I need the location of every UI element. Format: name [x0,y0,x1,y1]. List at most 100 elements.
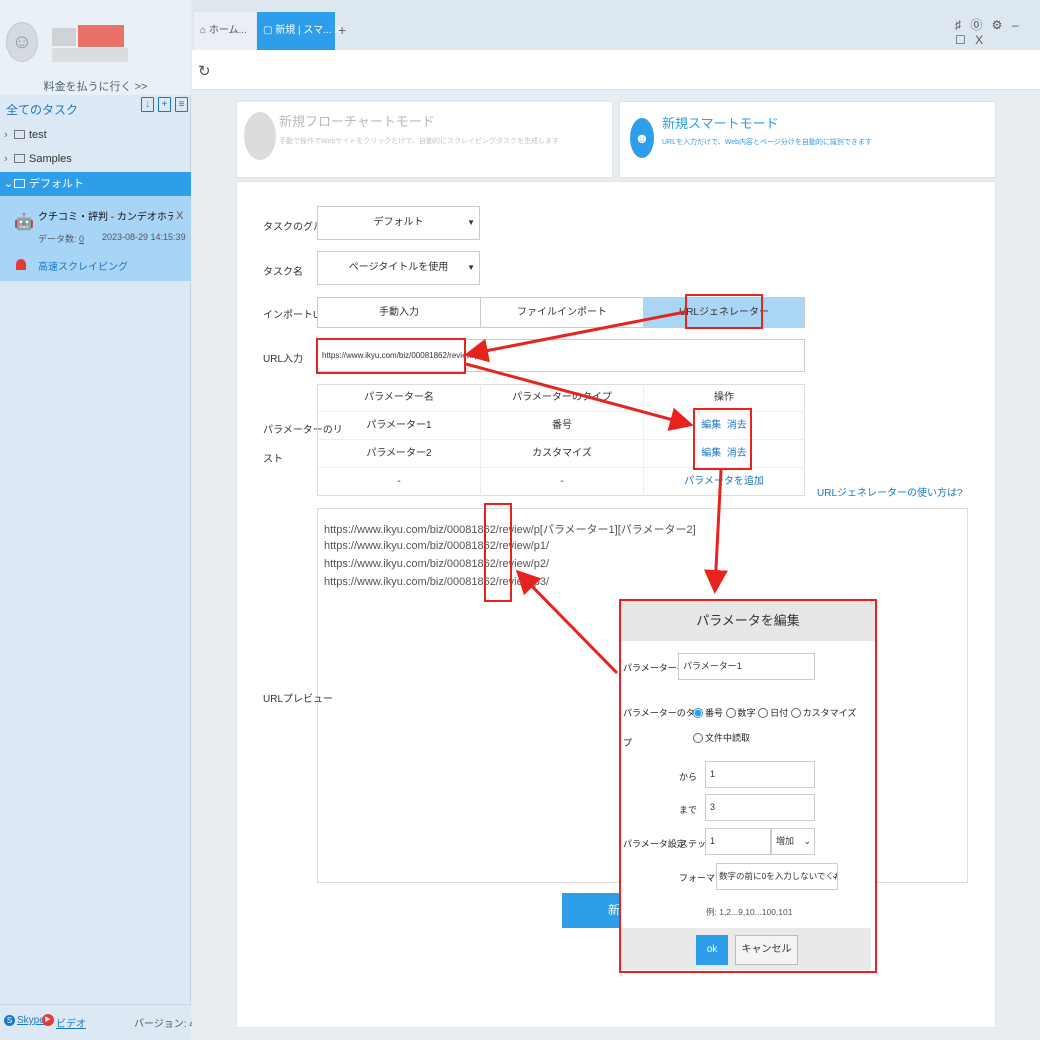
chevron-right-icon: › [4,129,8,141]
blurred-username [78,25,124,47]
smart-mode-title: 新規スマートモード [662,116,779,131]
refresh-icon[interactable]: ↻ [198,62,211,80]
url-preview-label: URLプレビュー [263,694,334,705]
flowchart-icon [244,112,276,160]
video-link[interactable]: ビデオ [56,1015,86,1030]
tree-item-label: test [29,129,47,141]
param-name-label: パラメーター名 [623,663,686,673]
add-task-icon[interactable]: + [158,97,171,112]
radio-digit[interactable]: 数字 [725,708,756,718]
robot-icon: 🤖 [14,214,34,231]
from-label: から [679,772,698,782]
tree-item-test[interactable]: › test [0,124,191,146]
radio-custom[interactable]: カスタマイズ [790,708,856,718]
tree-item-default[interactable]: ⌄ デフォルト [0,172,191,196]
tab-smart-mode[interactable]: ▢ 新規 | スマ... X [257,12,341,50]
param-type-radios: 番号 数字 日付 カスタマイズ [693,706,856,719]
step-input[interactable]: 1 [705,828,771,855]
group-value: デフォルト [373,217,424,228]
radio-date[interactable]: 日付 [758,708,788,718]
step-mode-value: 増加 [776,836,795,846]
url-generator-help-link[interactable]: URLジェネレーターの使い方は? [817,484,963,499]
radio-checked-icon [693,708,703,718]
tab-smart-label: 新規 | スマ... [275,25,332,36]
pay-link[interactable]: 料金を払うに行く >> [0,78,191,94]
fast-scraping-link[interactable]: 高速スクレイピング [38,258,128,273]
radio-file[interactable]: 文件中読取 [693,731,750,744]
folder-icon [14,154,25,163]
tree-item-label: デフォルト [29,178,84,190]
new-folder-icon[interactable]: ≡ [175,97,188,112]
tab-home-label: ホーム... [208,25,247,36]
table-header: パラメーター名 [318,384,480,412]
dropdown-arrow-icon: ▼ [467,218,475,227]
format-select[interactable]: 数字の前に0を入力しないでください [716,863,838,890]
radio-number[interactable]: 番号 [693,708,723,718]
step-mode-select[interactable]: 増加 ⌄ [771,828,815,855]
task-name-select[interactable]: ページタイトルを使用 ▼ [317,251,480,285]
tree-item-samples[interactable]: › Samples [0,148,191,170]
task-data-count: データ数: 0 [38,232,84,245]
param-name-input[interactable]: パラメーター1 [678,653,815,680]
all-tasks-label[interactable]: 全てのタスク [6,101,78,118]
add-tab-button[interactable]: + [338,22,346,38]
chevron-right-icon: › [4,153,8,165]
data-count-label: データ数: [38,234,80,244]
param-name-cell: パラメーター1 [318,412,480,440]
radio-icon [758,708,769,718]
home-icon: ⌂ [200,25,209,36]
blurred-account-info [52,48,128,62]
task-name-value: ページタイトルを使用 [348,262,449,273]
skype-link[interactable]: Skype [17,1015,45,1026]
group-select[interactable]: デフォルト ▼ [317,206,480,240]
to-input[interactable]: 3 [705,794,815,821]
tree-item-label: Samples [29,153,72,165]
tab-home[interactable]: ⌂ ホーム... [194,12,256,50]
import-task-icon[interactable]: ↓ [141,97,154,112]
dialog-title: パラメータを編集 [621,601,875,641]
document-icon: ▢ [263,25,276,36]
param-name-cell: - [397,476,401,487]
dropdown-arrow-icon: ▼ [467,263,475,272]
preview-url-line: https://www.ikyu.com/biz/00081862/review… [324,576,550,588]
param-list-label-cont: スト [263,454,283,465]
radio-icon [790,708,801,718]
to-label: まで [679,805,698,815]
annotation-box [685,294,763,329]
table-header: パラメーターのタイプ [481,384,643,412]
param-settings-label: パラメータ設定 [623,839,686,849]
flowchart-mode-desc: 手動で操作でWebサイトをクリックだけで、自動的にスクレイピングタスクを生成しま… [279,138,559,145]
add-param-link[interactable]: パラメータを追加 [644,468,804,496]
task-title[interactable]: クチコミ・評判 - カンデオホテルズ大宮 - ... [38,208,173,223]
import-file-option[interactable]: ファイルインポート [480,297,644,328]
import-manual-option[interactable]: 手動入力 [317,297,481,328]
dropdown-arrow-icon: ⌄ [831,870,839,880]
task-timestamp: 2023-08-29 14:15:39 [102,232,186,242]
radio-label: 番号 [705,708,724,718]
toolbar [192,50,1040,90]
annotation-box [316,338,466,374]
param-name-cell: パラメーター2 [318,440,480,468]
format-value: 数字の前に0を入力しないでください [719,871,837,881]
flowchart-mode-title: 新規フローチャートモード [279,114,435,129]
from-input[interactable]: 1 [705,761,815,788]
url-input-label: URL入力 [263,354,304,365]
radio-icon [725,708,736,718]
video-icon[interactable]: ▶ [42,1014,54,1026]
skype-icon[interactable]: S [4,1015,15,1026]
task-name-label: タスク名 [263,267,303,278]
cancel-button[interactable]: キャンセル [735,935,798,965]
data-count-value[interactable]: 0 [79,234,84,244]
smart-mode-desc: URLを入力だけで、Web内容とページ分けを自動的に識別できます [662,139,872,146]
ok-button[interactable]: ok [696,935,728,965]
blurred-username [52,28,76,46]
folder-icon [14,179,25,188]
window-controls[interactable]: ♯ ⓪ ⚙ – ☐ X [955,16,1040,47]
radio-label: 数字 [737,708,756,718]
close-task-button[interactable]: X [176,210,183,222]
param-type-label-cont: プ [623,738,633,748]
folder-icon [14,130,25,139]
avatar[interactable]: ☺ [6,22,38,62]
radio-icon [693,733,703,743]
param-type-cell: カスタマイズ [481,440,643,468]
